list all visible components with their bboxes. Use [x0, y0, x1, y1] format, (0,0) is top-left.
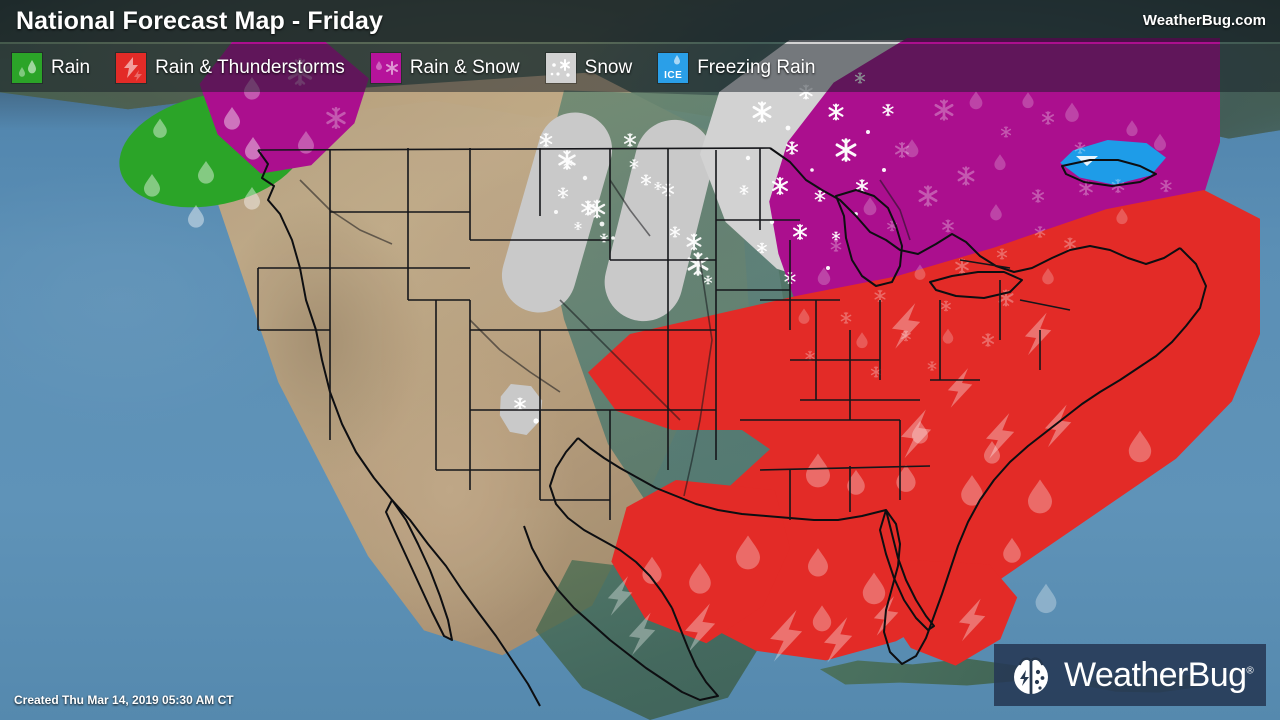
legend-item-rain-snow[interactable]: Rain & Snow: [370, 53, 520, 83]
weatherbug-ladybug-icon: [1014, 657, 1048, 694]
legend-label-freezing-rain: Freezing Rain: [697, 57, 816, 78]
legend-bar: Rain Rain & Thunderstorms Rain & Snow Sn…: [0, 44, 1280, 92]
raindrop-icon: [12, 53, 42, 83]
lightning-bolt-icon: [116, 53, 147, 83]
legend-label-rain-thunderstorms: Rain & Thunderstorms: [155, 57, 345, 78]
weatherbug-wordmark: WeatherBug: [1064, 655, 1247, 694]
weatherbug-logo[interactable]: WeatherBug®: [994, 644, 1266, 706]
legend-item-freezing-rain[interactable]: ICE Freezing Rain: [658, 53, 815, 83]
legend-label-rain-snow: Rain & Snow: [409, 57, 520, 78]
snowflake-icon: [545, 53, 576, 83]
brand-url-label: WeatherBug.com: [1142, 12, 1266, 29]
national-forecast-map: National Forecast Map - Friday WeatherBu…: [0, 0, 1280, 720]
legend-label-rain: Rain: [51, 57, 91, 78]
legend-item-snow[interactable]: Snow: [545, 53, 633, 83]
registered-trademark-symbol: ®: [1246, 665, 1254, 677]
title-bar: National Forecast Map - Friday WeatherBu…: [0, 0, 1280, 42]
legend-item-rain-thunderstorms[interactable]: Rain & Thunderstorms: [116, 53, 345, 83]
legend-item-rain[interactable]: Rain: [12, 53, 90, 83]
ice-icon: ICE: [658, 53, 689, 83]
legend-label-snow: Snow: [584, 57, 633, 78]
weatherbug-logo-text: WeatherBug®: [1064, 655, 1254, 695]
ice-badge-label: ICE: [664, 70, 683, 81]
created-timestamp: Created Thu Mar 14, 2019 05:30 AM CT: [14, 693, 234, 707]
snowflake-icon: [370, 53, 401, 83]
page-title: National Forecast Map - Friday: [16, 7, 383, 35]
